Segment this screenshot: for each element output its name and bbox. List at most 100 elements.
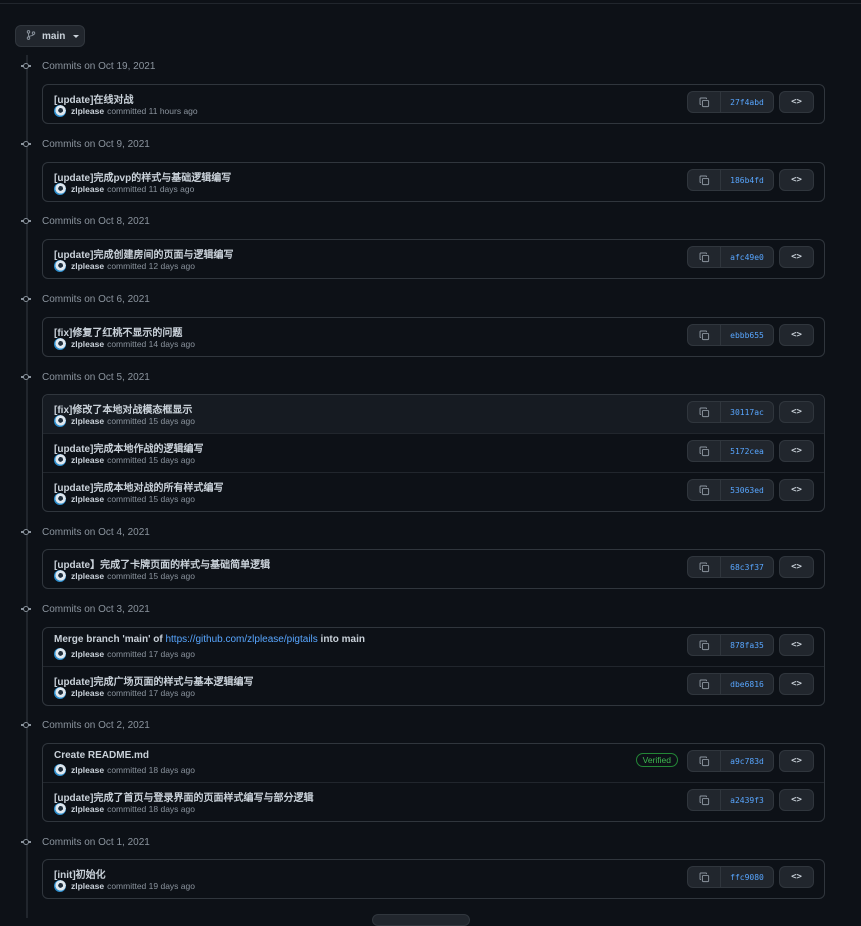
copy-icon[interactable] bbox=[688, 790, 721, 810]
avatar[interactable] bbox=[54, 570, 66, 582]
avatar[interactable] bbox=[54, 260, 66, 272]
commit-message[interactable]: [fix]修改了本地对战模态框显示 bbox=[54, 401, 192, 416]
commit-sha-link[interactable]: dbe6816 bbox=[721, 674, 773, 694]
code-browse-icon[interactable]: <> bbox=[779, 789, 814, 811]
code-browse-icon[interactable]: <> bbox=[779, 91, 814, 113]
commit-row: [update]在线对战 zlplease committed 11 hours a… bbox=[43, 85, 824, 123]
avatar[interactable] bbox=[54, 803, 66, 815]
commit-message-text[interactable]: Create README.md bbox=[54, 750, 149, 761]
commit-author[interactable]: zlplease bbox=[71, 455, 104, 465]
commit-group: [init]初始化 zlplease committed 19 days ago ff… bbox=[42, 859, 825, 899]
commit-sha-link[interactable]: 53063ed bbox=[721, 480, 773, 500]
commit-message[interactable]: Merge branch 'main' of https://github.co… bbox=[54, 634, 365, 645]
copy-icon[interactable] bbox=[688, 247, 721, 267]
pagination-button[interactable] bbox=[372, 914, 470, 926]
commit-author[interactable]: zlplease bbox=[71, 184, 104, 194]
code-browse-icon[interactable]: <> bbox=[779, 246, 814, 268]
commit-sha-link[interactable]: a9c783d bbox=[721, 751, 773, 771]
commit-sha-link[interactable]: 30117ac bbox=[721, 402, 773, 422]
commit-message[interactable]: [update]在线对战 bbox=[54, 91, 133, 106]
avatar[interactable] bbox=[54, 764, 66, 776]
commit-author[interactable]: zlplease bbox=[71, 106, 104, 116]
commit-message[interactable]: [update]完成本地作战的逻辑编写 bbox=[54, 440, 203, 455]
commit-author[interactable]: zlplease bbox=[71, 804, 104, 814]
copy-icon[interactable] bbox=[688, 674, 721, 694]
commit-time: committed 17 days ago bbox=[107, 649, 195, 659]
code-browse-icon[interactable]: <> bbox=[779, 556, 814, 578]
copy-icon[interactable] bbox=[688, 325, 721, 345]
commit-sha-link[interactable]: 186b4fd bbox=[721, 170, 773, 190]
code-browse-icon[interactable]: <> bbox=[779, 324, 814, 346]
commit-sha-link[interactable]: 27f4abd bbox=[721, 92, 773, 112]
commit-author[interactable]: zlplease bbox=[71, 881, 104, 891]
code-browse-icon[interactable]: <> bbox=[779, 634, 814, 656]
commit-meta: zlplease committed 15 days ago bbox=[54, 570, 195, 582]
commit-author[interactable]: zlplease bbox=[71, 416, 104, 426]
commit-message[interactable]: [update]完成本地对战的所有样式编写 bbox=[54, 479, 223, 494]
commit-date-heading: Commits on Oct 1, 2021 bbox=[21, 834, 150, 850]
avatar[interactable] bbox=[54, 183, 66, 195]
code-browse-icon[interactable]: <> bbox=[779, 866, 814, 888]
commit-author[interactable]: zlplease bbox=[71, 339, 104, 349]
copy-icon[interactable] bbox=[688, 867, 721, 887]
commit-meta: zlplease committed 15 days ago bbox=[54, 454, 195, 466]
code-browse-icon[interactable]: <> bbox=[779, 401, 814, 423]
avatar[interactable] bbox=[54, 338, 66, 350]
commit-message[interactable]: [init]初始化 bbox=[54, 866, 106, 881]
copy-icon[interactable] bbox=[688, 402, 721, 422]
commit-message[interactable]: Create README.md bbox=[54, 750, 149, 761]
commit-time: committed 18 days ago bbox=[107, 804, 195, 814]
commit-sha-link[interactable]: 68c3f37 bbox=[721, 557, 773, 577]
avatar[interactable] bbox=[54, 454, 66, 466]
copy-icon[interactable] bbox=[688, 441, 721, 461]
commit-message-link[interactable]: https://github.com/zlplease/pigtails bbox=[165, 634, 317, 645]
code-browse-icon[interactable]: <> bbox=[779, 440, 814, 462]
avatar[interactable] bbox=[54, 415, 66, 427]
copy-icon[interactable] bbox=[688, 92, 721, 112]
avatar[interactable] bbox=[54, 105, 66, 117]
commit-sha-link[interactable]: 5172cea bbox=[721, 441, 773, 461]
commit-author[interactable]: zlplease bbox=[71, 494, 104, 504]
copy-icon[interactable] bbox=[688, 635, 721, 655]
commit-author[interactable]: zlplease bbox=[71, 571, 104, 581]
commit-sha-group: afc49e0 bbox=[687, 246, 774, 268]
copy-icon[interactable] bbox=[688, 170, 721, 190]
commit-message[interactable]: [update】完成了卡牌页面的样式与基础简单逻辑 bbox=[54, 556, 270, 571]
commit-message[interactable]: [update]完成广场页面的样式与基本逻辑编写 bbox=[54, 673, 253, 688]
commit-sha-link[interactable]: ffc9080 bbox=[721, 867, 773, 887]
code-browse-icon[interactable]: <> bbox=[779, 479, 814, 501]
commit-time: committed 15 days ago bbox=[107, 494, 195, 504]
code-browse-icon[interactable]: <> bbox=[779, 169, 814, 191]
commit-sha-link[interactable]: ebbb655 bbox=[721, 325, 773, 345]
commit-date-label: Commits on Oct 1, 2021 bbox=[42, 836, 150, 848]
avatar[interactable] bbox=[54, 648, 66, 660]
commit-author[interactable]: zlplease bbox=[71, 261, 104, 271]
copy-icon[interactable] bbox=[688, 557, 721, 577]
verified-badge[interactable]: Verified bbox=[635, 753, 678, 767]
git-commit-icon bbox=[21, 720, 31, 730]
code-browse-icon[interactable]: <> bbox=[779, 673, 814, 695]
commit-author[interactable]: zlplease bbox=[71, 649, 104, 659]
branch-select-button[interactable]: main bbox=[15, 25, 85, 47]
avatar[interactable] bbox=[54, 687, 66, 699]
commit-message-suffix[interactable]: into main bbox=[318, 634, 365, 645]
commit-sha-link[interactable]: afc49e0 bbox=[721, 247, 773, 267]
commit-sha-link[interactable]: a2439f3 bbox=[721, 790, 773, 810]
commit-author[interactable]: zlplease bbox=[71, 765, 104, 775]
commit-sha-link[interactable]: 878fa35 bbox=[721, 635, 773, 655]
commit-message[interactable]: [fix]修复了红桃不显示的问题 bbox=[54, 324, 182, 339]
commit-message[interactable]: [update]完成pvp的样式与基础逻辑编写 bbox=[54, 169, 231, 184]
avatar[interactable] bbox=[54, 493, 66, 505]
commit-row: Merge branch 'main' of https://github.co… bbox=[43, 628, 824, 666]
copy-icon[interactable] bbox=[688, 480, 721, 500]
copy-icon[interactable] bbox=[688, 751, 721, 771]
commit-row: [fix]修改了本地对战模态框显示 zlplease committed 15 da… bbox=[43, 395, 824, 433]
commit-author[interactable]: zlplease bbox=[71, 688, 104, 698]
code-browse-icon[interactable]: <> bbox=[779, 750, 814, 772]
commit-message[interactable]: [update]完成了首页与登录界面的页面样式编写与部分逻辑 bbox=[54, 789, 313, 804]
commit-date-label: Commits on Oct 3, 2021 bbox=[42, 603, 150, 615]
commit-message-text[interactable]: Merge branch 'main' of bbox=[54, 634, 165, 645]
avatar[interactable] bbox=[54, 880, 66, 892]
commit-message[interactable]: [update]完成创建房间的页面与逻辑编写 bbox=[54, 246, 233, 261]
commit-row: [update]完成了首页与登录界面的页面样式编写与部分逻辑 zlplease co… bbox=[43, 782, 824, 821]
